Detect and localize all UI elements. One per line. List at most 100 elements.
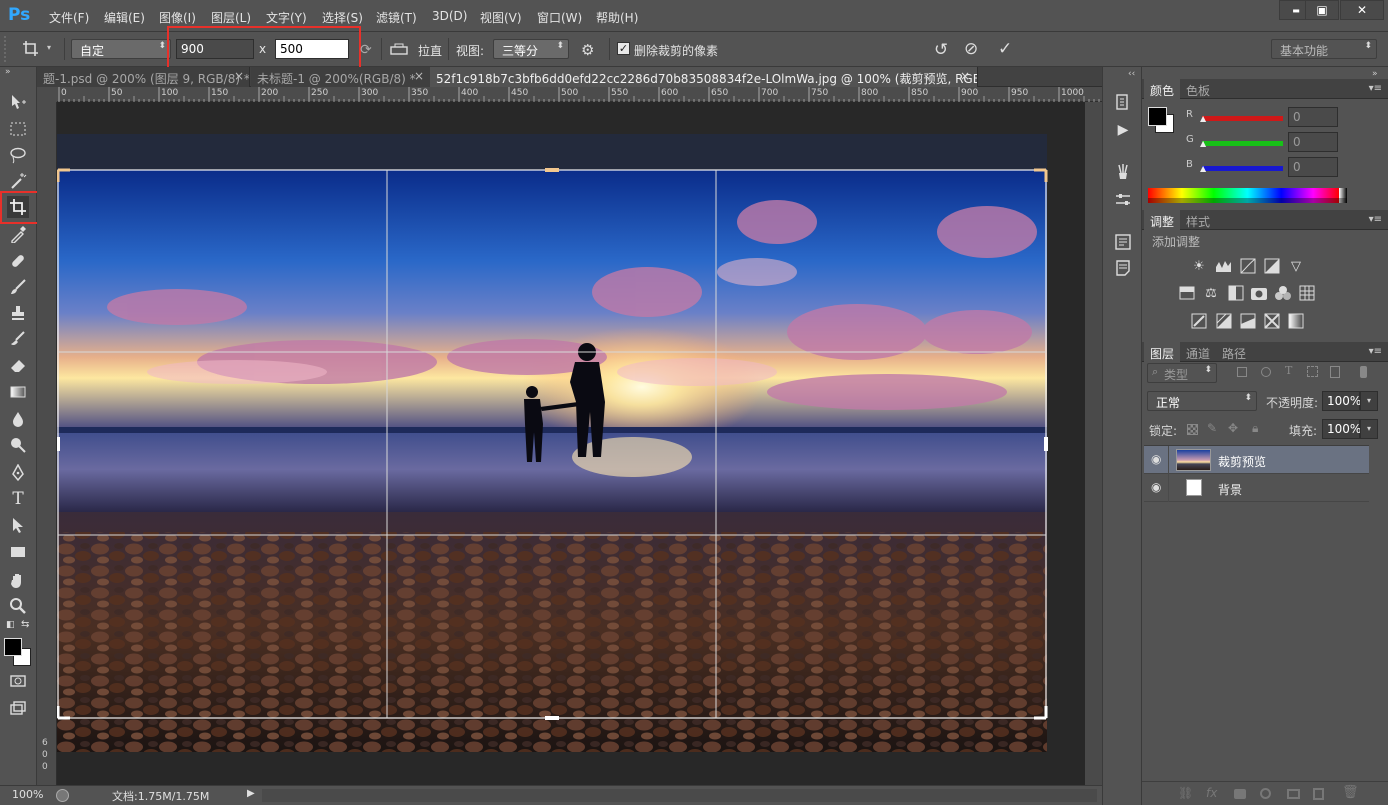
overlay-dropdown[interactable]: 三等分 ⬍ [493,39,569,59]
exposure-icon[interactable] [1263,257,1281,275]
move-tool[interactable] [7,91,29,113]
maximize-button[interactable]: ▣ [1305,0,1339,20]
eyedropper-tool[interactable] [7,223,29,245]
hand-tool[interactable] [7,569,29,591]
panel-menu-icon[interactable]: ▾≡ [1369,346,1382,357]
lock-position-icon[interactable]: ✥ [1228,421,1238,435]
gradient-tool[interactable] [7,381,29,403]
panel-menu-icon[interactable]: ▾≡ [1369,214,1382,225]
collapse-icon[interactable]: ‹‹ [1128,69,1135,79]
horizontal-scrollbar[interactable] [262,789,1097,802]
swap-colors-icon[interactable]: ⇆ [21,619,29,630]
ratio-dropdown[interactable]: 自定 ⬍ [71,39,171,59]
layer-row-background[interactable]: ◉ 背景 [1144,474,1369,502]
swap-icon[interactable]: ⟳ [360,42,372,58]
history-icon[interactable] [1114,93,1132,111]
play-arrow-icon[interactable]: ▶ [247,788,255,799]
new-layer-icon[interactable] [1313,788,1324,800]
collapse-icon[interactable]: » [5,67,11,77]
screen-mode-button[interactable] [7,697,29,719]
status-info-icon[interactable] [56,789,69,802]
threshold-icon[interactable] [1239,312,1257,330]
close-button[interactable]: ✕ [1340,0,1384,20]
layer-filter-dropdown[interactable]: ⌕ 类型 ⬍ [1147,363,1217,383]
stamp-tool[interactable] [7,302,29,324]
reset-icon[interactable]: ↺ [934,40,948,60]
foreground-color-swatch[interactable] [1148,107,1167,126]
link-icon[interactable]: ⛓ [1178,786,1193,800]
channel-mixer-icon[interactable] [1274,284,1292,302]
channel-input-b[interactable]: 0 [1288,157,1338,177]
gear-icon[interactable]: ⚙ [581,41,594,59]
cancel-icon[interactable]: ⊘ [964,39,978,59]
tab-close-icon[interactable]: × [960,69,970,83]
filter-smart-object-icon[interactable] [1330,366,1340,378]
posterize-icon[interactable] [1215,312,1233,330]
menu-help[interactable]: 帮助(H) [596,9,638,26]
curves-icon[interactable] [1239,257,1257,275]
rectangle-tool[interactable] [7,541,29,563]
menu-file[interactable]: 文件(F) [49,9,89,26]
menu-edit[interactable]: 编辑(E) [104,9,145,26]
brush-preset-icon[interactable] [1114,163,1132,181]
fx-icon[interactable]: fx [1206,786,1217,800]
fill-input[interactable]: 100% [1322,419,1361,439]
folder-icon[interactable] [1287,789,1300,799]
sliders-icon[interactable] [1114,191,1132,209]
filter-toggle[interactable] [1360,366,1367,378]
workspace-dropdown[interactable]: 基本功能 ⬍ [1271,39,1377,59]
delete-cropped-checkbox[interactable]: ✓ [617,42,630,55]
black-white-icon[interactable] [1227,284,1245,302]
new-adjustment-icon[interactable] [1260,788,1271,799]
lasso-tool[interactable] [7,144,29,166]
blur-tool[interactable] [7,408,29,430]
type-tool[interactable]: T [7,488,29,510]
tab-styles[interactable]: 样式 [1180,210,1216,230]
tab-adjustments[interactable]: 调整 [1144,210,1181,230]
history-brush-tool[interactable] [7,328,29,350]
menu-image[interactable]: 图像(I) [159,9,196,26]
brush-tool[interactable] [7,276,29,298]
opacity-arrow-icon[interactable]: ▾ [1360,391,1378,411]
eye-icon[interactable]: ◉ [1151,452,1161,466]
tab-document-2[interactable]: 未标题-1 @ 200%(RGB/8) * [251,67,434,87]
channel-input-r[interactable]: 0 [1288,107,1338,127]
blend-mode-dropdown[interactable]: 正常 ⬍ [1147,391,1257,411]
foreground-color-swatch[interactable] [4,638,22,656]
menu-view[interactable]: 视图(V) [480,9,522,26]
marquee-tool[interactable] [7,118,29,140]
play-icon[interactable]: ▶ [1114,121,1132,139]
filter-adjustment-icon[interactable] [1261,367,1271,377]
canvas-area[interactable] [57,102,1085,785]
document-canvas[interactable] [57,102,1085,785]
straighten-button[interactable] [390,41,408,60]
tab-close-icon[interactable]: × [234,69,244,83]
collapse-icon[interactable]: » [1372,69,1378,79]
slider-thumb-icon[interactable]: ▲ [1200,164,1206,173]
vertical-scrollbar[interactable] [1085,102,1102,785]
levels-icon[interactable] [1215,257,1233,275]
photo-filter-icon[interactable] [1250,284,1268,302]
eraser-tool[interactable] [7,354,29,376]
tab-close-icon[interactable]: × [414,69,424,83]
quick-mask-button[interactable] [7,670,29,692]
dodge-tool[interactable] [7,434,29,456]
eye-icon[interactable]: ◉ [1151,480,1161,494]
zoom-tool[interactable] [7,595,29,617]
path-select-tool[interactable] [7,514,29,536]
menu-type[interactable]: 文字(Y) [266,9,307,26]
fill-arrow-icon[interactable]: ▾ [1360,419,1378,439]
hue-saturation-icon[interactable] [1178,284,1196,302]
menu-filter[interactable]: 滤镜(T) [376,9,417,26]
lock-transparent-icon[interactable] [1187,424,1198,435]
tab-channels[interactable]: 通道 [1180,342,1216,362]
trash-icon[interactable]: 🗑︎ [1342,785,1359,800]
color-lookup-icon[interactable] [1298,284,1316,302]
tab-document-3[interactable]: 52f1c918b7c3bfb6dd0efd22cc2286d70b835088… [430,67,978,87]
tab-color[interactable]: 颜色 [1144,79,1181,99]
selective-color-icon[interactable] [1263,312,1281,330]
slider-track-g[interactable] [1202,135,1283,146]
default-colors-icon[interactable]: ◧ [6,620,15,630]
gradient-map-icon[interactable] [1287,312,1305,330]
slider-thumb-icon[interactable]: ▲ [1200,114,1206,123]
